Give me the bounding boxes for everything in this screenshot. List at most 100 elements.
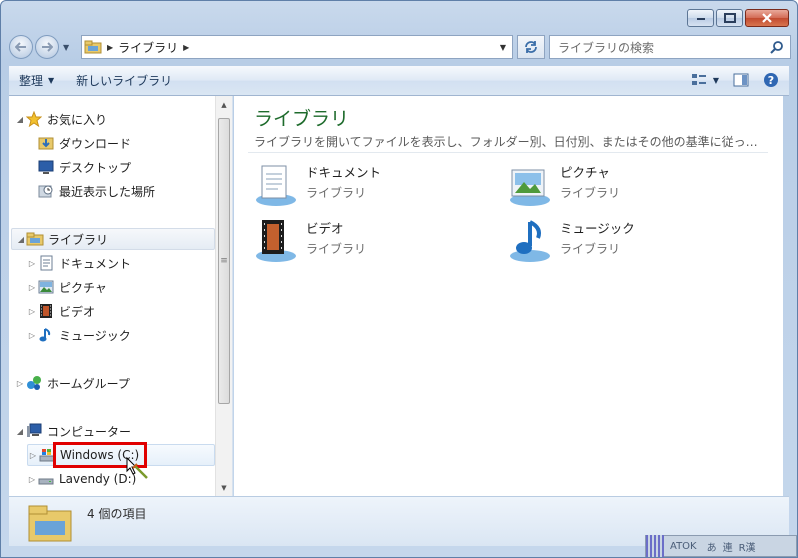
nav-item-recent-places[interactable]: 最近表示した場所 (37, 180, 155, 202)
view-list-icon (691, 74, 706, 85)
library-type: ライブラリ (560, 242, 621, 256)
scroll-down-icon[interactable]: ▼ (216, 479, 232, 496)
ime-toolbar[interactable]: ATOK あ 連 R漢 (645, 535, 797, 557)
music-icon (37, 327, 55, 343)
library-name: ドキュメント (306, 165, 382, 180)
minimize-button[interactable] (687, 9, 714, 27)
refresh-button[interactable] (517, 35, 545, 59)
nav-item-label: 最近表示した場所 (59, 184, 156, 199)
caption-buttons (685, 9, 789, 27)
ime-r-kanji[interactable]: R漢 (739, 539, 756, 554)
mouse-cursor-icon (126, 456, 148, 479)
nav-item-d-drive[interactable]: ▷ Lavendy (D:) (27, 468, 136, 490)
nav-item-music[interactable]: ▷ ミュージック (27, 324, 131, 346)
nav-item-label: ミュージック (59, 328, 131, 343)
library-tile-music[interactable]: ミュージック ライブラリ (506, 218, 635, 264)
address-dropdown-icon[interactable]: ▼ (500, 43, 506, 52)
expanded-icon[interactable]: ◢ (15, 115, 25, 124)
collapsed-icon[interactable]: ▷ (27, 331, 37, 340)
nav-libraries[interactable]: ◢ ライブラリ (11, 228, 215, 250)
library-folder-icon (28, 505, 72, 542)
maximize-button[interactable] (716, 9, 743, 27)
nav-favorites[interactable]: ◢ お気に入り (15, 108, 107, 130)
forward-arrow-icon (42, 42, 53, 52)
pictures-icon (37, 279, 55, 295)
nav-favorites-label: お気に入り (47, 112, 108, 127)
library-tile-pictures[interactable]: ピクチャ ライブラリ (506, 162, 620, 208)
header-divider (248, 152, 768, 153)
search-box[interactable]: ライブラリの検索 (549, 35, 791, 59)
nav-homegroup[interactable]: ▷ ホームグループ (15, 372, 130, 394)
ime-input-mode[interactable]: あ (707, 539, 717, 554)
collapsed-icon[interactable]: ▷ (28, 451, 38, 460)
view-controls: ▼ ? (691, 72, 779, 88)
recent-pages-dropdown[interactable]: ▼ (63, 43, 69, 52)
collapsed-icon[interactable]: ▷ (27, 475, 37, 484)
content-pane: ライブラリ ライブラリを開いてファイルを表示し、フォルダー別、日付別、またはその… (234, 96, 783, 496)
nav-libraries-label: ライブラリ (48, 232, 109, 247)
nav-item-videos[interactable]: ▷ ビデオ (27, 300, 95, 322)
organize-button[interactable]: 整理 ▼ (19, 72, 54, 89)
back-button[interactable] (9, 35, 33, 59)
ime-grip-handle[interactable] (646, 535, 664, 557)
scroll-up-icon[interactable]: ▲ (216, 96, 232, 113)
search-placeholder: ライブラリの検索 (558, 40, 655, 55)
collapsed-icon[interactable]: ▷ (15, 379, 25, 388)
maximize-icon (723, 13, 736, 23)
nav-item-label: ビデオ (59, 304, 96, 319)
library-folder-icon (84, 40, 102, 54)
nav-item-documents[interactable]: ▷ ドキュメント (27, 252, 131, 274)
address-bar[interactable]: ▶ ライブラリ ▶ ▼ (81, 35, 513, 59)
library-tile-videos[interactable]: ビデオ ライブラリ (252, 218, 366, 264)
expanded-icon[interactable]: ◢ (16, 235, 26, 244)
ime-conversion-mode[interactable]: 連 (723, 539, 733, 554)
library-header: ライブラリ ライブラリを開いてファイルを表示し、フォルダー別、日付別、またはその… (254, 104, 774, 150)
breadcrumb-separator-icon[interactable]: ▶ (107, 43, 113, 52)
organize-label: 整理 (19, 74, 44, 88)
minimize-icon (696, 18, 705, 20)
command-bar: 整理 ▼ 新しいライブラリ ▼ ? (9, 66, 789, 96)
documents-icon (37, 255, 55, 271)
collapsed-icon[interactable]: ▷ (27, 307, 37, 316)
nav-computer-label: コンピューター (47, 424, 132, 439)
desktop-icon (37, 159, 55, 175)
library-tile-documents[interactable]: ドキュメント ライブラリ (252, 162, 381, 208)
address-row: ▼ ▶ ライブラリ ▶ ▼ ライブラリの検索 (9, 34, 791, 60)
nav-item-label: デスクトップ (59, 160, 132, 175)
new-library-button[interactable]: 新しいライブラリ (76, 72, 172, 89)
nav-computer[interactable]: ◢ コンピューター (15, 420, 131, 442)
ime-brand: ATOK (670, 540, 697, 552)
nav-item-label: ダウンロード (59, 136, 132, 151)
nav-item-desktop[interactable]: デスクトップ (37, 156, 131, 178)
scroll-thumb[interactable]: ≡ (218, 118, 230, 404)
refresh-icon (525, 41, 537, 53)
nav-scrollbar[interactable]: ▲ ≡ ▼ (215, 96, 232, 496)
help-icon[interactable]: ? (763, 72, 779, 88)
nav-item-downloads[interactable]: ダウンロード (37, 132, 131, 154)
forward-button[interactable] (35, 35, 59, 59)
item-count: 4 個の項目 (87, 507, 147, 521)
close-button[interactable] (745, 9, 789, 27)
breadcrumb-separator-icon[interactable]: ▶ (183, 43, 189, 52)
collapsed-icon[interactable]: ▷ (27, 283, 37, 292)
videos-icon (37, 303, 55, 319)
expanded-icon[interactable]: ◢ (15, 427, 25, 436)
collapsed-icon[interactable]: ▷ (27, 259, 37, 268)
nav-item-pictures[interactable]: ▷ ピクチャ (27, 276, 107, 298)
videos-library-icon (256, 220, 296, 262)
back-arrow-icon (15, 42, 26, 52)
download-folder-icon (37, 135, 55, 151)
search-icon (770, 41, 783, 54)
close-icon (762, 13, 772, 23)
preview-pane-icon[interactable] (733, 73, 749, 87)
chevron-down-icon: ▼ (712, 75, 719, 85)
library-name: ビデオ (306, 221, 344, 236)
pictures-library-icon (510, 169, 550, 206)
favorites-star-icon (25, 111, 43, 127)
library-type: ライブラリ (306, 242, 367, 256)
view-options-button[interactable]: ▼ (691, 73, 719, 87)
breadcrumb-libraries[interactable]: ライブラリ (118, 39, 178, 56)
page-description: ライブラリを開いてファイルを表示し、フォルダー別、日付別、またはその他の基準に従… (254, 135, 758, 149)
library-name: ピクチャ (560, 165, 610, 180)
library-type: ライブラリ (306, 186, 367, 200)
